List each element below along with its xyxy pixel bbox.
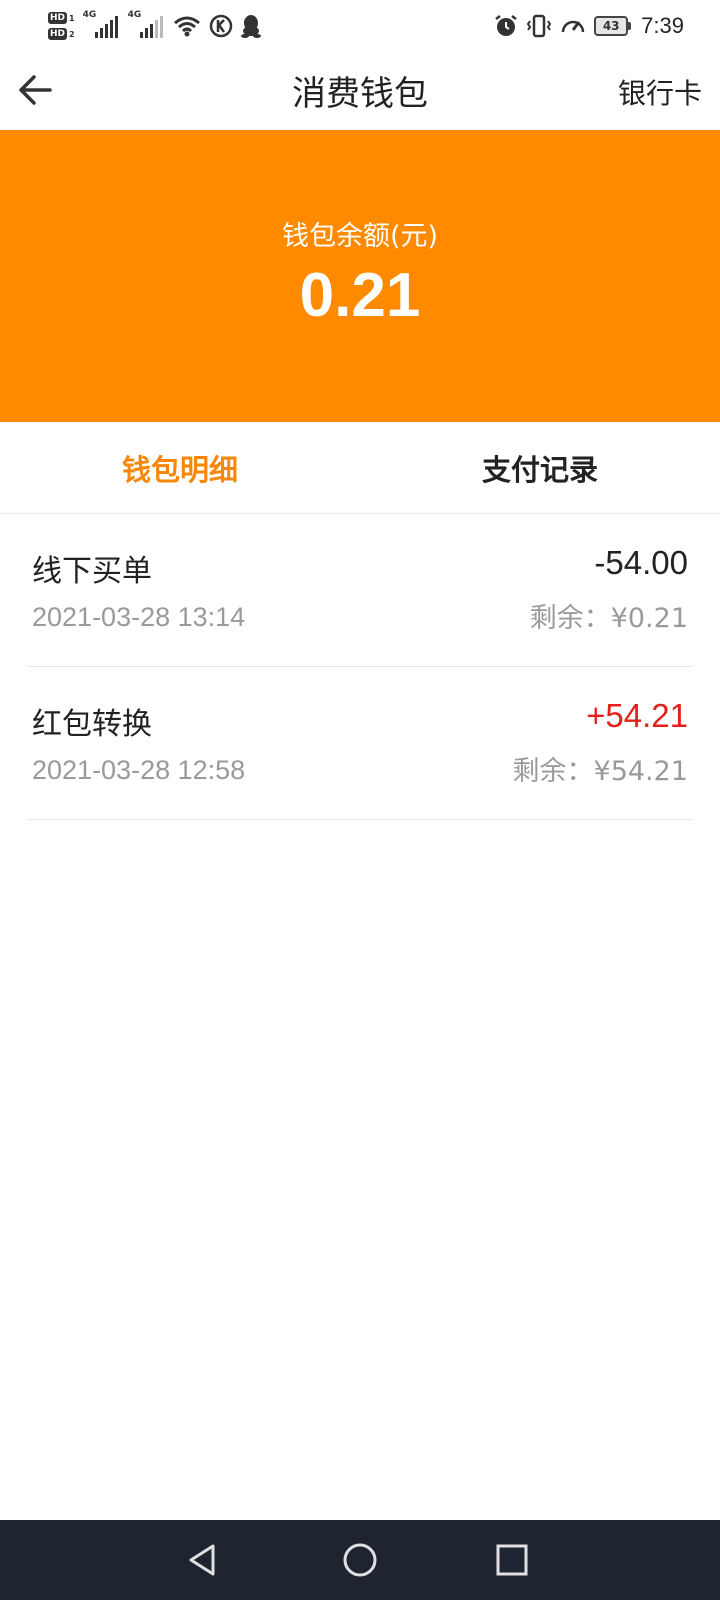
- transaction-title: 红包转换: [32, 707, 152, 742]
- balance-label: 钱包余额(元): [281, 221, 439, 252]
- status-bar: HD 1 HD 2 4G 4G 43 7:39: [0, 0, 720, 52]
- battery-tip: [628, 22, 632, 30]
- transaction-amount: -54.00: [594, 544, 688, 581]
- list-item[interactable]: 线下买单 2021-03-28 13:14 -54.00 剩余：¥0.21: [28, 514, 692, 667]
- transaction-list: 线下买单 2021-03-28 13:14 -54.00 剩余：¥0.21 红包…: [0, 514, 720, 820]
- k-app-icon: [209, 14, 233, 38]
- hd-indicators: HD 1 HD 2: [48, 12, 75, 40]
- circle-home-icon: [343, 1543, 377, 1577]
- top-nav-bar: 消费钱包 银行卡: [0, 52, 720, 130]
- vibrate-icon: [526, 14, 552, 38]
- hd-badge-2: HD 2: [48, 28, 75, 40]
- tab-wallet-details[interactable]: 钱包明细: [0, 422, 360, 514]
- transaction-date: 2021-03-28 13:14: [32, 602, 246, 632]
- network-type-label: 4G: [82, 10, 97, 20]
- triangle-back-icon: [189, 1544, 215, 1576]
- list-item[interactable]: 红包转换 2021-03-28 12:58 +54.21 剩余：¥54.21: [28, 667, 692, 820]
- page-title: 消费钱包: [292, 74, 428, 114]
- transaction-title: 线下买单: [32, 554, 152, 589]
- speedometer-icon: [560, 14, 586, 38]
- battery-indicator: 43: [594, 16, 632, 36]
- transaction-date: 2021-03-28 12:58: [32, 755, 246, 785]
- network-type-label: 4G: [127, 10, 142, 20]
- signal-strength-2: 4G: [128, 10, 163, 38]
- system-home-button[interactable]: [340, 1540, 380, 1580]
- tab-payment-records[interactable]: 支付记录: [360, 422, 720, 514]
- system-recents-button[interactable]: [492, 1540, 532, 1580]
- hd-badge-1: HD 1: [48, 12, 75, 24]
- qq-penguin-icon: [240, 14, 261, 38]
- transaction-remaining: 剩余：¥0.21: [529, 603, 688, 634]
- battery-level: 43: [594, 16, 629, 36]
- alarm-clock-icon: [494, 14, 518, 38]
- system-nav-bar: [0, 1520, 720, 1600]
- balance-banner: 钱包余额(元) 0.21: [0, 130, 720, 422]
- transaction-amount: +54.21: [586, 697, 688, 734]
- signal-bars-icon: [94, 16, 118, 38]
- hd-label: HD: [48, 12, 68, 24]
- status-left: HD 1 HD 2 4G 4G: [48, 6, 269, 46]
- hd-label: HD: [48, 28, 68, 40]
- tab-bar: 钱包明细 支付记录: [0, 422, 720, 514]
- system-back-button[interactable]: [182, 1540, 222, 1580]
- status-time: 7:39: [641, 13, 684, 38]
- wifi-icon: [173, 15, 201, 37]
- signal-bars-icon: [139, 16, 163, 38]
- page: HD 1 HD 2 4G 4G 43 7:39 消费钱包 银行卡 钱包余额(元)…: [0, 0, 720, 1600]
- hd-sim-number: 1: [69, 13, 75, 23]
- bank-card-link[interactable]: 银行卡: [618, 72, 702, 112]
- signal-strength-1: 4G: [83, 10, 118, 38]
- transaction-remaining: 剩余：¥54.21: [512, 756, 688, 787]
- balance-value: 0.21: [299, 261, 421, 330]
- hd-sim-number: 2: [69, 29, 75, 39]
- status-right: 43 7:39: [494, 6, 684, 46]
- square-recents-icon: [496, 1544, 528, 1576]
